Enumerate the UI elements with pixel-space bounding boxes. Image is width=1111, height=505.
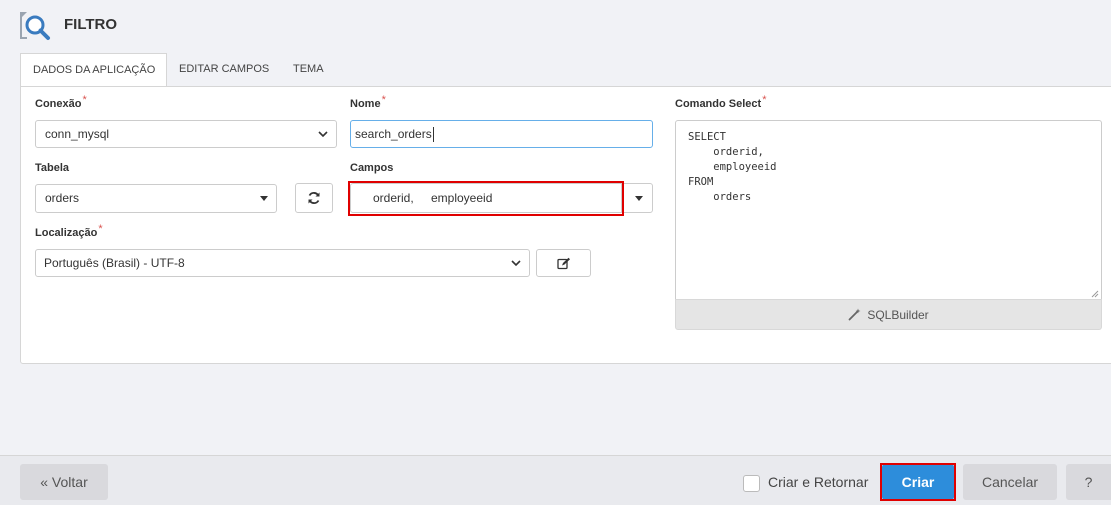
help-button[interactable]: ? [1066,464,1111,500]
localizacao-select[interactable]: Português (Brasil) - UTF-8 [35,249,530,277]
highlight-box [348,181,624,216]
magic-wand-icon [848,308,861,321]
caret-down-icon [260,196,268,201]
edit-icon [556,257,570,269]
chevron-down-icon [511,250,521,276]
tab-tema[interactable]: TEMA [281,53,336,85]
comando-select-label: Comando Select* [675,94,766,110]
criar-e-retornar-label[interactable]: Criar e Retornar [768,474,868,490]
tab-dados-da-aplicacao[interactable]: DADOS DA APLICAÇÃO [20,53,167,87]
sqlbuilder-label: SQLBuilder [867,307,929,322]
search-document-icon [20,12,50,40]
criar-e-retornar-checkbox[interactable] [743,475,760,492]
campos-label: Campos [350,162,394,174]
conexao-label-text: Conexão [35,98,82,110]
cancel-button[interactable]: Cancelar [963,464,1057,500]
tabela-label: Tabela [35,162,70,174]
tabela-value: orders [45,191,80,205]
edit-localizacao-button[interactable] [536,249,591,277]
nome-label-text: Nome [350,98,381,110]
nome-label: Nome* [350,94,386,110]
tabela-select[interactable]: orders [35,184,277,213]
required-marker: * [762,94,767,106]
localizacao-label: Localização* [35,223,103,239]
refresh-button[interactable] [295,183,333,213]
conexao-label: Conexão* [35,94,87,110]
nome-input[interactable]: search_orders [350,120,653,148]
conexao-select[interactable]: conn_mysql [35,120,337,148]
nome-value: search_orders [355,127,432,141]
localizacao-label-text: Localização [35,227,98,239]
highlight-box [880,463,956,501]
refresh-icon [308,192,320,204]
required-marker: * [82,94,87,106]
page-header: FILTRO [0,0,1111,52]
resize-handle-icon[interactable] [1091,290,1099,298]
tab-editar-campos[interactable]: EDITAR CAMPOS [167,53,281,85]
page-title: FILTRO [64,16,118,33]
required-marker: * [381,94,386,106]
caret-down-icon [635,196,643,201]
required-marker: * [98,223,103,235]
text-cursor [432,127,434,143]
sqlbuilder-button[interactable]: SQLBuilder [675,299,1102,330]
localizacao-value: Português (Brasil) - UTF-8 [44,256,185,270]
chevron-down-icon [318,121,328,147]
footer-bar: « Voltar Criar e Retornar Criar Cancelar… [0,455,1111,505]
back-button[interactable]: « Voltar [20,464,108,500]
sql-textarea[interactable]: SELECT orderid, employeeid FROM orders [675,120,1102,300]
comando-select-label-text: Comando Select [675,98,762,110]
sql-text: SELECT orderid, employeeid FROM orders [688,131,777,203]
conexao-value: conn_mysql [45,127,110,141]
